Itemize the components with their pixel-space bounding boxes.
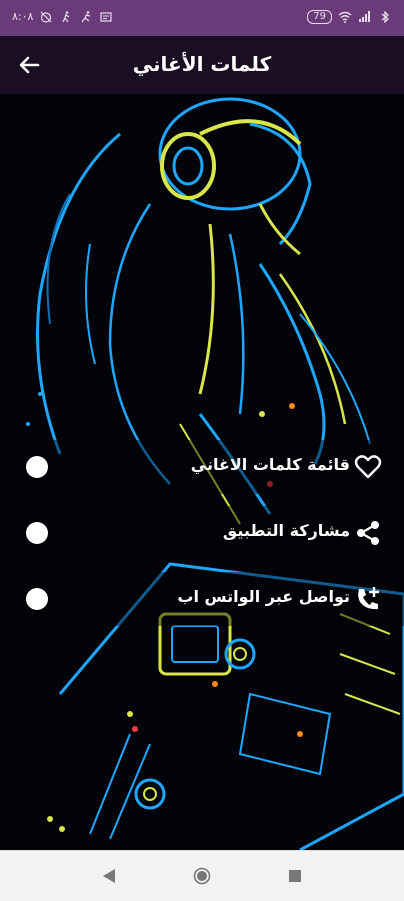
battery-indicator: 79 [307,10,332,24]
home-circle-icon[interactable] [193,867,211,885]
status-left-group: 79 [307,10,392,24]
back-triangle-icon[interactable] [100,867,118,885]
recents-square-icon[interactable] [286,867,304,885]
status-bar: 79 ٨:٠٨ [0,0,404,36]
status-right-group: ٨:٠٨ [12,10,113,23]
radio-button[interactable] [26,522,48,544]
heart-icon [354,455,382,479]
app-bar: كلمات الأغاني [0,36,404,96]
menu-item-lyrics-list[interactable]: قائمة كلمات الاغاني [0,440,404,494]
notification-icon [100,11,113,22]
menu-item-label: مشاركة التطبيق [222,521,350,540]
status-time: ٨:٠٨ [12,10,34,23]
menu-item-label: قائمة كلمات الاغاني [190,455,350,474]
menu-item-share-app[interactable]: مشاركة التطبيق [0,506,404,560]
menu-item-label: تواصل عبر الواتس اب [177,587,350,606]
app-title: كلمات الأغاني [132,52,272,76]
share-icon [357,521,379,545]
wifi-icon [338,11,352,23]
alarm-off-icon [41,11,52,23]
bluetooth-icon [381,11,389,23]
radio-button[interactable] [26,588,48,610]
signal-icon [359,11,370,22]
menu-item-whatsapp-contact[interactable]: تواصل عبر الواتس اب [0,572,404,626]
radio-button[interactable] [26,456,48,478]
add-call-icon [358,587,379,610]
walk-icon [62,10,70,22]
run-icon [81,10,91,22]
navigation-bar [0,850,404,901]
